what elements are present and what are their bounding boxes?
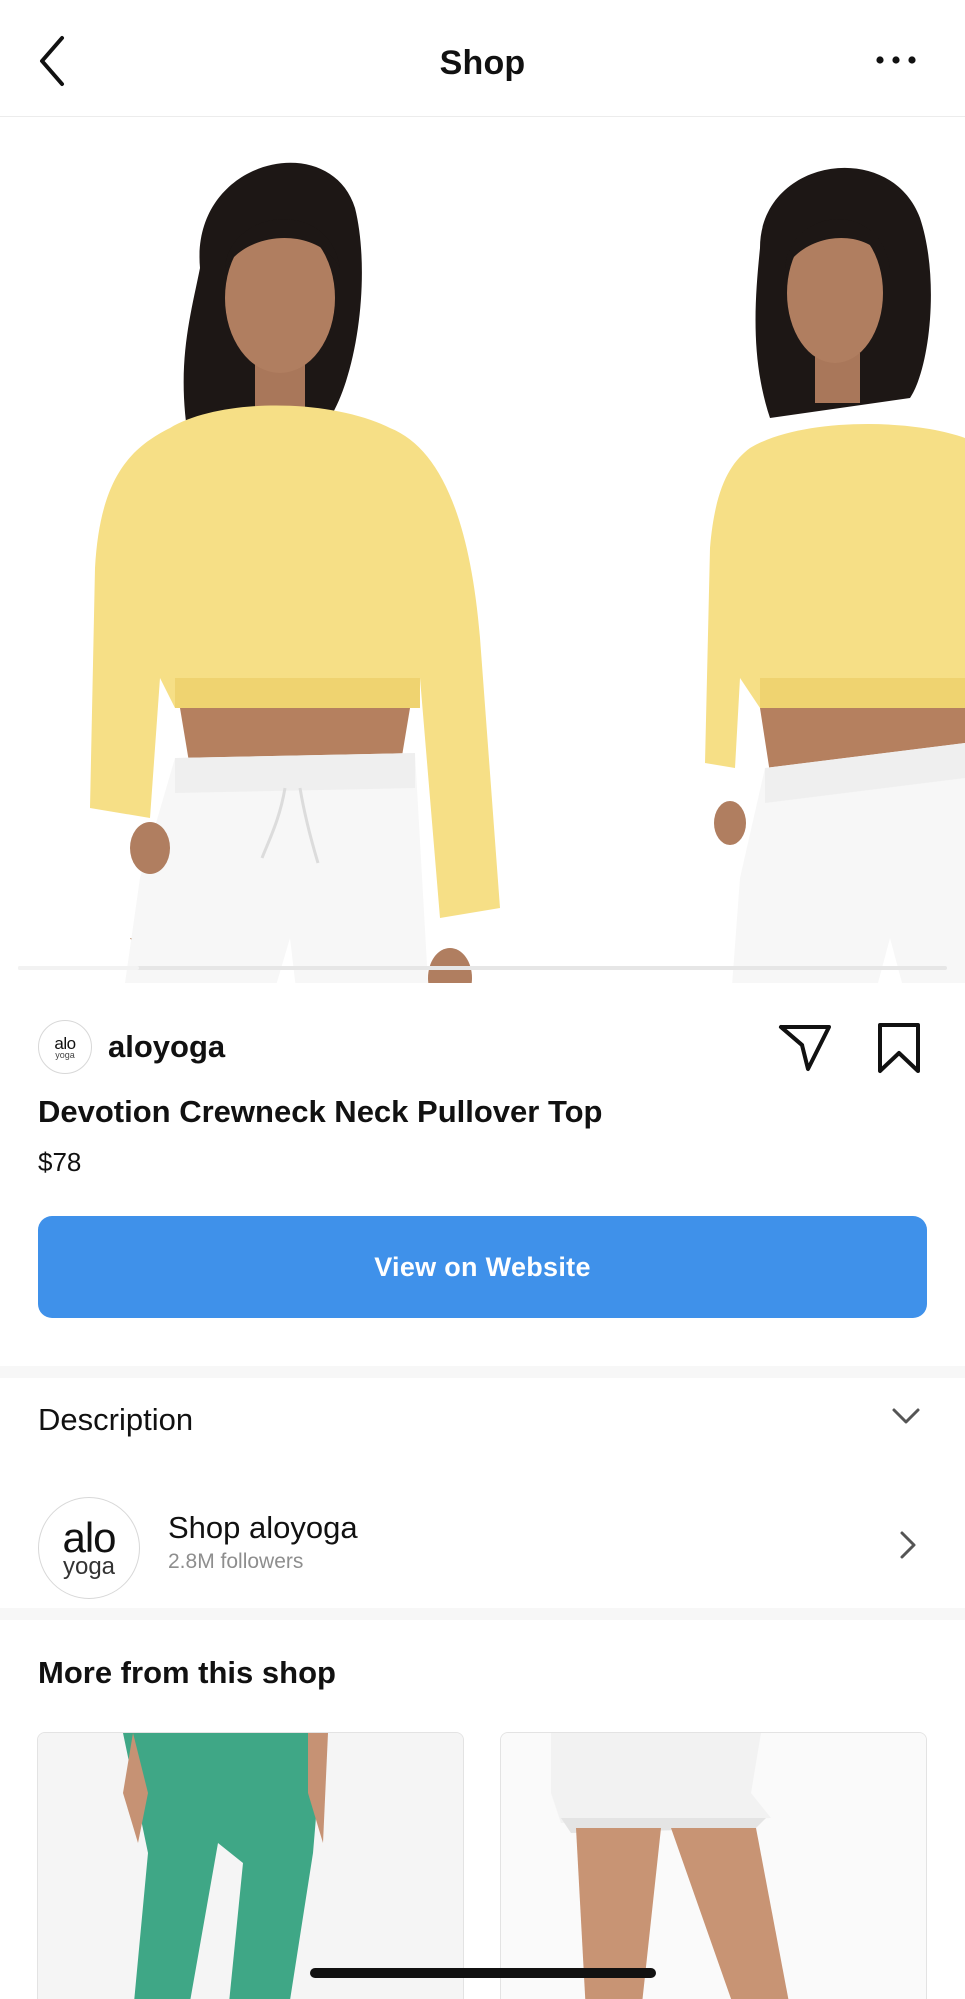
shop-avatar: alo yoga [38,1497,140,1599]
shop-followers: 2.8M followers [168,1550,304,1573]
product-photo-front [0,118,690,983]
description-label: Description [38,1402,194,1437]
brand-link[interactable]: alo yoga aloyoga [38,1019,225,1075]
top-nav-bar: Shop [0,0,965,117]
product-title: Devotion Crewneck Neck Pullover Top [38,1094,603,1129]
product-card-image [501,1733,926,1999]
more-icon [876,56,916,64]
brand-avatar: alo yoga [38,1020,92,1074]
share-button[interactable] [778,1023,832,1073]
more-options-button[interactable] [873,50,919,70]
home-indicator [310,1968,656,1978]
bookmark-icon [878,1023,920,1073]
shop-name: Shop aloyoga [168,1510,358,1545]
save-button[interactable] [876,1021,922,1075]
brand-logo-line1: alo [54,1033,76,1053]
product-price: $78 [38,1147,82,1177]
shop-logo-line2: yoga [62,1553,116,1580]
shop-product-screen: Shop alo yoga aloyoga Devotion Crewneck … [0,0,965,1999]
carousel-progress-track [18,966,947,970]
chevron-right-icon [900,1531,916,1559]
description-toggle[interactable]: Description [0,1378,965,1462]
section-divider [0,1608,965,1620]
carousel-progress-fill [18,966,139,970]
product-image-carousel[interactable] [0,118,965,983]
more-from-shop-title: More from this shop [38,1655,336,1690]
view-on-website-button[interactable]: View on Website [38,1216,927,1318]
brand-logo-line2: yoga [55,1049,75,1060]
product-info: alo yoga aloyoga Devotion Crewneck Neck … [0,983,965,1365]
section-divider [0,1366,965,1378]
product-card[interactable] [500,1732,927,1999]
brand-name: aloyoga [108,1029,226,1064]
product-card[interactable] [37,1732,464,1999]
page-title: Shop [439,44,526,82]
product-photo-side [690,118,965,983]
chevron-down-icon [892,1408,920,1424]
share-icon [779,1025,831,1071]
product-card-image [38,1733,463,1999]
shop-link[interactable]: alo yoga Shop aloyoga 2.8M followers [0,1488,965,1604]
